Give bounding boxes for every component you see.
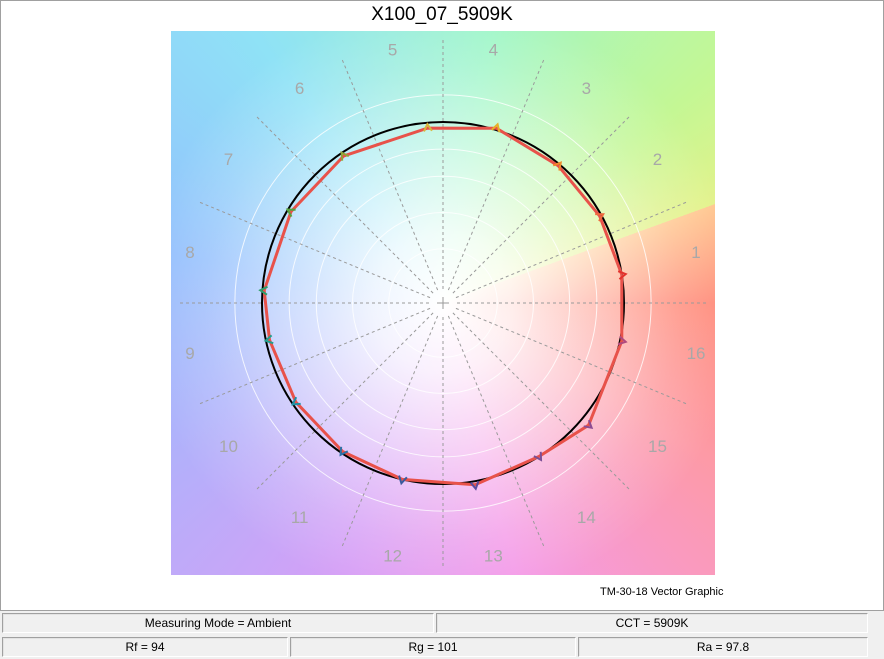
bin-label-11: 11	[291, 508, 309, 527]
bin-gridline	[255, 115, 434, 294]
bin-label-6: 6	[295, 79, 304, 98]
vector-svg: 123456789101112 13141516	[179, 39, 707, 567]
bin-label-3: 3	[582, 79, 591, 98]
chart-title: X100_07_5909K	[371, 4, 513, 25]
bin-gridline	[447, 315, 545, 548]
status-rg: Rg = 101	[290, 637, 576, 657]
bin-label-8: 8	[185, 243, 194, 262]
chart-window: X100_07_5909K 1 2 3 4 5 6 7 8 9 10 11 12 13 14 15 16 TM…	[0, 0, 884, 611]
bin-gridline	[455, 307, 688, 405]
bin-gridline	[255, 312, 434, 491]
status-rf: Rf = 94	[2, 637, 288, 657]
bin-gridline	[447, 58, 545, 291]
bin-label-2: 2	[653, 150, 662, 169]
bin-label-16: 16	[687, 344, 706, 363]
bin-gridline	[455, 201, 688, 299]
bin-gridline	[198, 201, 431, 299]
bin-label-13: 13	[484, 547, 503, 566]
bin-label-1: 1	[691, 243, 700, 262]
bin-gridline	[341, 315, 439, 548]
status-ra: Ra = 97.8	[578, 637, 868, 657]
chart-caption: TM-30-18 Vector Graphic	[600, 586, 724, 598]
bin-label-5: 5	[388, 40, 397, 59]
bin-label-14: 14	[577, 508, 596, 527]
bin-label-12: 12	[383, 547, 402, 566]
status-cct: CCT = 5909K	[436, 613, 868, 633]
bin-gridline	[198, 307, 431, 405]
bin-gridline	[452, 115, 631, 294]
bin-gridline	[341, 58, 439, 291]
status-measuring-mode: Measuring Mode = Ambient	[2, 613, 434, 633]
bin-label-9: 9	[185, 344, 194, 363]
bin-label-10: 10	[219, 437, 238, 456]
bin-label-4: 4	[489, 40, 498, 59]
bin-label-7: 7	[224, 150, 233, 169]
bin-gridline	[452, 312, 631, 491]
bin-label-15: 15	[648, 437, 667, 456]
vector-graphic-plot: 1 2 3 4 5 6 7 8 9 10 11 12 13 14 15 16	[171, 31, 715, 575]
center-cross	[437, 297, 449, 309]
